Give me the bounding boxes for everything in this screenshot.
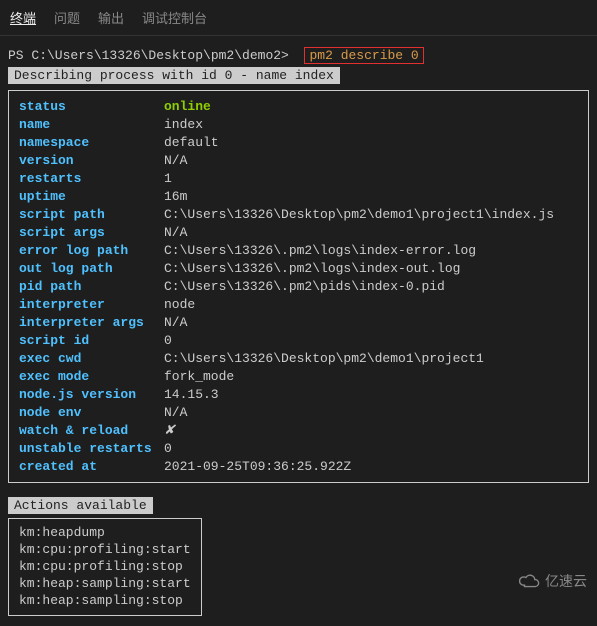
action-item: km:heapdump [19, 525, 191, 542]
namespace-key: namespace [19, 135, 164, 150]
interpreter-value: node [164, 297, 578, 312]
unstable-restarts-value: 0 [164, 441, 578, 456]
version-key: version [19, 153, 164, 168]
out-log-value: C:\Users\13326\.pm2\logs\index-out.log [164, 261, 578, 276]
out-log-key: out log path [19, 261, 164, 276]
prompt-line: PS C:\Users\13326\Desktop\pm2\demo2> pm2… [8, 48, 589, 63]
namespace-value: default [164, 135, 578, 150]
exec-cwd-key: exec cwd [19, 351, 164, 366]
action-item: km:cpu:profiling:stop [19, 559, 191, 576]
script-path-value: C:\Users\13326\Desktop\pm2\demo1\project… [164, 207, 578, 222]
tab-problems[interactable]: 问题 [54, 6, 80, 29]
tab-terminal[interactable]: 终端 [10, 6, 36, 29]
uptime-value: 16m [164, 189, 578, 204]
watch-reload-value: ✘ [164, 423, 578, 438]
script-path-key: script path [19, 207, 164, 222]
exec-mode-key: exec mode [19, 369, 164, 384]
actions-table: km:heapdump km:cpu:profiling:start km:cp… [8, 518, 202, 616]
nodejs-version-key: node.js version [19, 387, 164, 402]
unstable-restarts-key: unstable restarts [19, 441, 164, 456]
exec-mode-value: fork_mode [164, 369, 578, 384]
node-env-key: node env [19, 405, 164, 420]
script-id-value: 0 [164, 333, 578, 348]
command-highlight: pm2 describe 0 [304, 47, 423, 64]
describe-header: Describing process with id 0 - name inde… [8, 67, 340, 84]
watch-reload-key: watch & reload [19, 423, 164, 438]
pid-path-value: C:\Users\13326\.pm2\pids\index-0.pid [164, 279, 578, 294]
restarts-key: restarts [19, 171, 164, 186]
script-id-key: script id [19, 333, 164, 348]
restarts-value: 1 [164, 171, 578, 186]
watermark-text: 亿速云 [545, 571, 587, 591]
tab-debug-console[interactable]: 调试控制台 [142, 6, 207, 29]
process-info-table: statusonline nameindex namespacedefault … [8, 90, 589, 483]
watermark: 亿速云 [519, 571, 587, 591]
created-at-value: 2021-09-25T09:36:25.922Z [164, 459, 578, 474]
script-args-value: N/A [164, 225, 578, 240]
name-key: name [19, 117, 164, 132]
prompt-prefix: PS C:\Users\13326\Desktop\pm2\demo2> [8, 48, 289, 63]
tab-output[interactable]: 输出 [98, 6, 124, 29]
action-item: km:heap:sampling:stop [19, 593, 191, 610]
interpreter-args-key: interpreter args [19, 315, 164, 330]
exec-cwd-value: C:\Users\13326\Desktop\pm2\demo1\project… [164, 351, 578, 366]
action-item: km:cpu:profiling:start [19, 542, 191, 559]
version-value: N/A [164, 153, 578, 168]
script-args-key: script args [19, 225, 164, 240]
nodejs-version-value: 14.15.3 [164, 387, 578, 402]
pid-path-key: pid path [19, 279, 164, 294]
actions-header: Actions available [8, 497, 153, 514]
interpreter-key: interpreter [19, 297, 164, 312]
status-value: online [164, 99, 578, 114]
cloud-icon [519, 574, 541, 588]
interpreter-args-value: N/A [164, 315, 578, 330]
uptime-key: uptime [19, 189, 164, 204]
created-at-key: created at [19, 459, 164, 474]
error-log-value: C:\Users\13326\.pm2\logs\index-error.log [164, 243, 578, 258]
panel-tabs: 终端 问题 输出 调试控制台 [0, 0, 597, 36]
terminal-pane[interactable]: PS C:\Users\13326\Desktop\pm2\demo2> pm2… [0, 36, 597, 626]
error-log-key: error log path [19, 243, 164, 258]
action-item: km:heap:sampling:start [19, 576, 191, 593]
status-key: status [19, 99, 164, 114]
node-env-value: N/A [164, 405, 578, 420]
name-value: index [164, 117, 578, 132]
